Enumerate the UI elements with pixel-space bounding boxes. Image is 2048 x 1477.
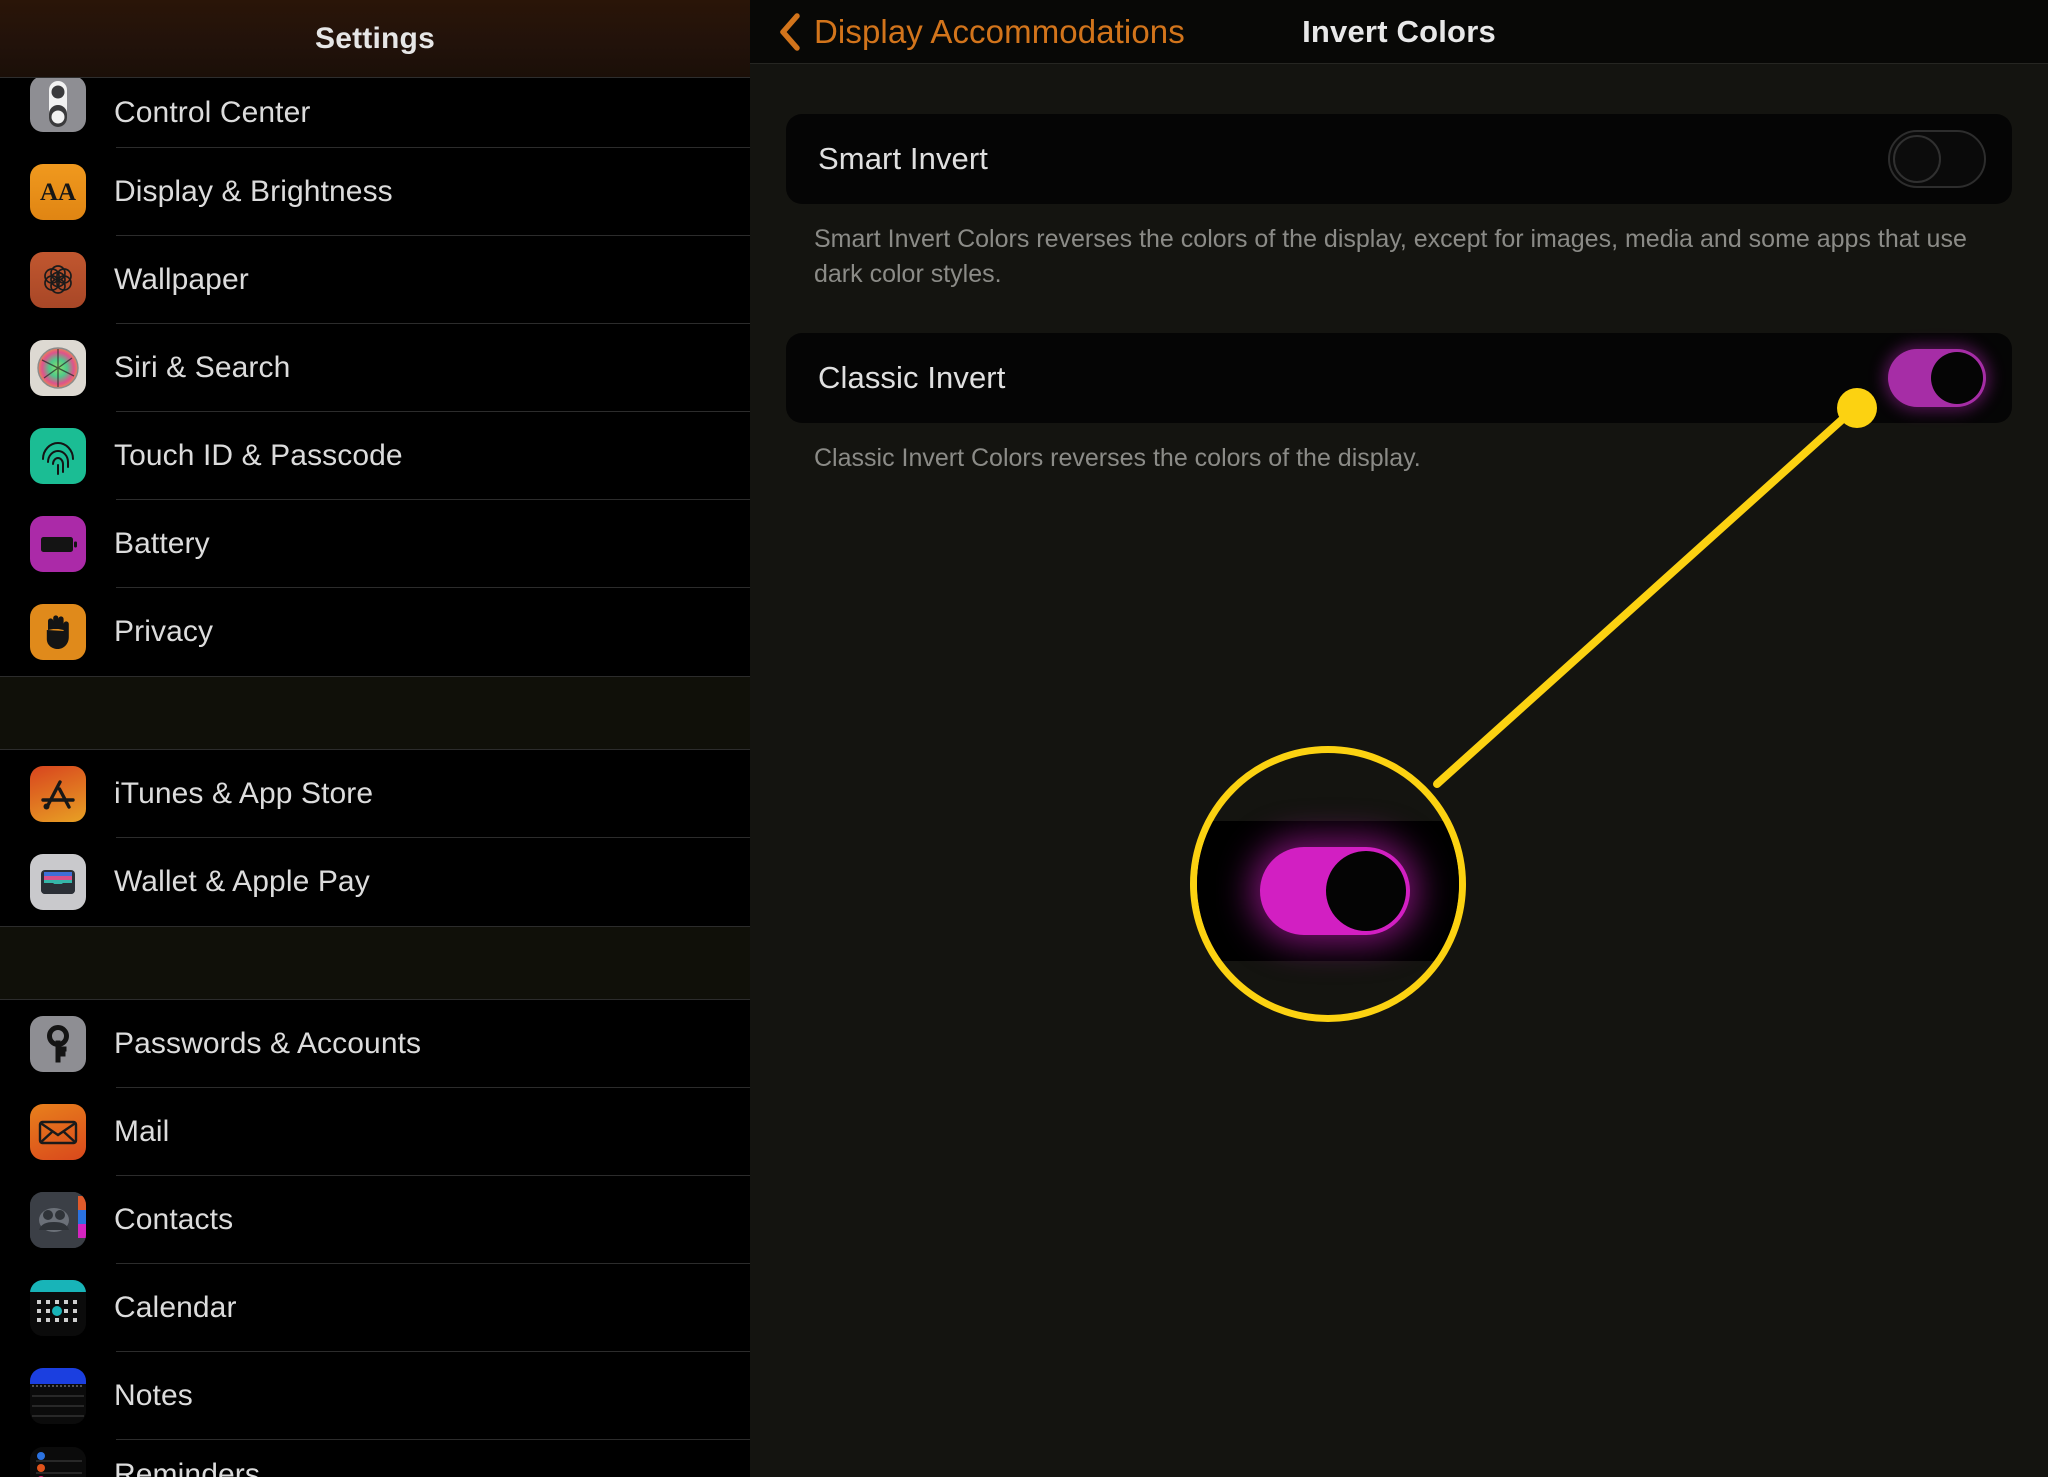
sidebar-item-contacts[interactable]: Contacts <box>0 1176 750 1264</box>
sidebar-header: Settings <box>0 0 750 78</box>
settings-body: Smart Invert Smart Invert Colors reverse… <box>750 64 2048 476</box>
notes-icon <box>30 1368 86 1424</box>
wallpaper-icon <box>30 252 86 308</box>
mail-envelope-icon <box>30 1104 86 1160</box>
sidebar-item-label: Control Center <box>114 96 311 129</box>
sidebar-group-gap-2 <box>0 926 750 1000</box>
sidebar-item-label: Siri & Search <box>114 351 291 384</box>
sidebar-item-passwords-accounts[interactable]: Passwords & Accounts <box>0 1000 750 1088</box>
sidebar-item-privacy[interactable]: Privacy <box>0 588 750 676</box>
privacy-hand-icon <box>30 604 86 660</box>
ipad-settings-screen: Settings Control Center AA Display & Bri… <box>0 0 2048 1477</box>
sidebar-item-touch-id[interactable]: Touch ID & Passcode <box>0 412 750 500</box>
sidebar-item-calendar[interactable]: Calendar <box>0 1264 750 1352</box>
navigation-bar: Display Accommodations Invert Colors <box>750 0 2048 64</box>
sidebar-item-notes[interactable]: Notes <box>0 1352 750 1440</box>
sidebar-item-display-brightness[interactable]: AA Display & Brightness <box>0 148 750 236</box>
sidebar-item-wallet-apple-pay[interactable]: Wallet & Apple Pay <box>0 838 750 926</box>
smart-invert-toggle[interactable] <box>1888 130 1986 188</box>
display-brightness-icon: AA <box>30 164 86 220</box>
sidebar-item-battery[interactable]: Battery <box>0 500 750 588</box>
sidebar-item-mail[interactable]: Mail <box>0 1088 750 1176</box>
sidebar-group-gap-1 <box>0 676 750 750</box>
control-center-icon <box>30 78 86 132</box>
smart-invert-row[interactable]: Smart Invert <box>786 114 2012 204</box>
sidebar-item-label: Wallpaper <box>114 263 249 296</box>
magnified-classic-invert-toggle <box>1260 847 1410 935</box>
magnifier-content <box>1197 821 1459 961</box>
toggle-knob <box>1931 352 1983 404</box>
sidebar-item-label: Wallet & Apple Pay <box>114 865 370 898</box>
chevron-left-icon <box>778 12 802 52</box>
key-icon <box>30 1016 86 1072</box>
wallet-icon <box>30 854 86 910</box>
smart-invert-description: Smart Invert Colors reverses the colors … <box>814 225 1967 288</box>
sidebar-item-reminders[interactable]: Reminders <box>0 1440 750 1477</box>
sidebar-list: Control Center AA Display & Brightness W… <box>0 78 750 1477</box>
siri-search-icon <box>30 340 86 396</box>
sidebar-item-label: iTunes & App Store <box>114 777 374 810</box>
sidebar-item-label: Contacts <box>114 1203 234 1236</box>
page-title: Settings <box>315 21 435 55</box>
back-button[interactable]: Display Accommodations <box>778 0 1185 64</box>
touch-id-icon <box>30 428 86 484</box>
sidebar-item-label: Calendar <box>114 1291 237 1324</box>
magnified-toggle-callout <box>1190 746 1466 1022</box>
battery-icon <box>30 516 86 572</box>
classic-invert-description: Classic Invert Colors reverses the color… <box>814 444 1421 472</box>
sidebar-item-siri-search[interactable]: Siri & Search <box>0 324 750 412</box>
sidebar-item-label: Mail <box>114 1115 170 1148</box>
sidebar-item-label: Touch ID & Passcode <box>114 439 403 472</box>
smart-invert-label: Smart Invert <box>818 141 989 176</box>
reminders-icon <box>30 1447 86 1477</box>
classic-invert-toggle[interactable] <box>1888 349 1986 407</box>
panel-title: Invert Colors <box>1302 13 1496 49</box>
sidebar-item-control-center[interactable]: Control Center <box>0 78 750 148</box>
svg-text:AA: AA <box>40 179 76 206</box>
toggle-knob <box>1326 851 1406 931</box>
app-store-icon <box>30 766 86 822</box>
back-label: Display Accommodations <box>814 13 1185 50</box>
sidebar-item-label: Display & Brightness <box>114 175 393 208</box>
contacts-icon <box>30 1192 86 1248</box>
sidebar-item-wallpaper[interactable]: Wallpaper <box>0 236 750 324</box>
classic-invert-row[interactable]: Classic Invert <box>786 333 2012 423</box>
invert-colors-panel: Display Accommodations Invert Colors Sma… <box>750 0 2048 1477</box>
sidebar-item-label: Reminders <box>114 1458 260 1477</box>
toggle-knob <box>1893 135 1941 183</box>
sidebar-item-label: Battery <box>114 527 210 560</box>
sidebar-item-label: Passwords & Accounts <box>114 1027 422 1060</box>
sidebar-item-itunes-app-store[interactable]: iTunes & App Store <box>0 750 750 838</box>
sidebar-item-label: Notes <box>114 1379 193 1412</box>
classic-invert-label: Classic Invert <box>818 360 1006 395</box>
settings-sidebar: Settings Control Center AA Display & Bri… <box>0 0 750 1477</box>
sidebar-item-label: Privacy <box>114 615 214 648</box>
calendar-icon <box>30 1280 86 1336</box>
